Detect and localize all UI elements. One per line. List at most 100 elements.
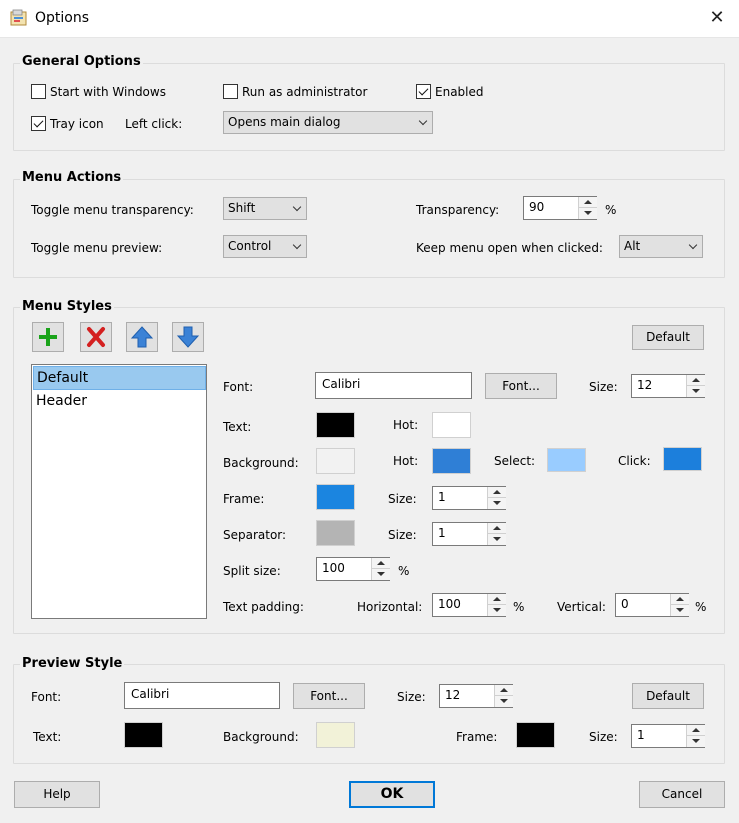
add-style-button[interactable] xyxy=(32,322,64,352)
run-as-admin-checkbox[interactable] xyxy=(223,84,238,99)
background-color-label: Background: xyxy=(223,456,299,470)
chevron-down-icon xyxy=(292,240,302,250)
style-size-value: 12 xyxy=(637,378,653,392)
separator-size-value: 1 xyxy=(438,526,446,540)
preview-frame-size-spinner[interactable]: 1 xyxy=(631,724,705,748)
preview-size-label: Size: xyxy=(397,690,426,704)
enabled-label: Enabled xyxy=(435,85,484,99)
text-color-swatch[interactable] xyxy=(316,412,355,438)
background-color-swatch[interactable] xyxy=(316,448,355,474)
horizontal-padding-value: 100 xyxy=(438,597,461,611)
preview-text-label: Text: xyxy=(33,730,62,744)
style-size-spinner[interactable]: 12 xyxy=(631,374,705,398)
spin-up-icon[interactable] xyxy=(495,685,513,696)
text-hot-color-swatch[interactable] xyxy=(432,412,471,438)
preview-frame-color-swatch[interactable] xyxy=(516,722,555,748)
toggle-transparency-select[interactable]: Shift xyxy=(223,197,307,220)
left-click-select[interactable]: Opens main dialog xyxy=(223,111,433,134)
spin-down-icon[interactable] xyxy=(488,534,506,545)
toggle-preview-label: Toggle menu preview: xyxy=(31,241,163,255)
spin-up-icon[interactable] xyxy=(671,594,689,605)
frame-size-spinner[interactable]: 1 xyxy=(432,486,506,510)
spin-up-icon[interactable] xyxy=(488,523,506,534)
vertical-padding-spinner[interactable]: 0 xyxy=(615,593,689,617)
spin-down-icon[interactable] xyxy=(495,696,513,707)
preview-font-field[interactable]: Calibri xyxy=(124,682,280,709)
separator-size-spinner[interactable]: 1 xyxy=(432,522,506,546)
click-color-label: Click: xyxy=(618,454,651,468)
select-color-label: Select: xyxy=(494,454,536,468)
preview-text-color-swatch[interactable] xyxy=(124,722,163,748)
frame-color-swatch[interactable] xyxy=(316,484,355,510)
click-color-swatch[interactable] xyxy=(663,447,702,471)
list-item[interactable]: Header xyxy=(33,390,206,414)
general-options-title: General Options xyxy=(20,54,143,69)
preview-size-spinner[interactable]: 12 xyxy=(439,684,513,708)
menu-styles-title: Menu Styles xyxy=(20,299,114,314)
preview-default-button[interactable]: Default xyxy=(632,683,704,709)
frame-size-value: 1 xyxy=(438,490,446,504)
delete-style-button[interactable] xyxy=(80,322,112,352)
preview-frame-size-label: Size: xyxy=(589,730,618,744)
move-up-button[interactable] xyxy=(126,322,158,352)
left-click-value: Opens main dialog xyxy=(228,115,341,129)
preview-font-label: Font: xyxy=(31,690,62,704)
window-title: Options xyxy=(35,10,90,26)
spin-down-icon[interactable] xyxy=(372,569,390,580)
spin-down-icon[interactable] xyxy=(671,605,689,616)
arrow-up-icon xyxy=(130,326,154,348)
horizontal-padding-spinner[interactable]: 100 xyxy=(432,593,506,617)
preview-background-label: Background: xyxy=(223,730,299,744)
background-hot-label: Hot: xyxy=(393,454,419,468)
separator-color-label: Separator: xyxy=(223,528,287,542)
transparency-spinner[interactable]: 90 xyxy=(523,196,597,220)
keep-open-select[interactable]: Alt xyxy=(619,235,703,258)
delete-icon xyxy=(87,327,105,347)
background-hot-color-swatch[interactable] xyxy=(432,448,471,474)
help-button[interactable]: Help xyxy=(14,781,100,808)
styles-list[interactable]: Default Header xyxy=(31,364,207,619)
move-down-button[interactable] xyxy=(172,322,204,352)
start-with-windows-checkbox[interactable] xyxy=(31,84,46,99)
toggle-transparency-value: Shift xyxy=(228,201,256,215)
horizontal-unit: % xyxy=(513,600,525,614)
ok-button[interactable]: OK xyxy=(349,781,435,808)
styles-default-button[interactable]: Default xyxy=(632,325,704,350)
spin-up-icon[interactable] xyxy=(488,487,506,498)
menu-actions-title: Menu Actions xyxy=(20,170,124,185)
title-bar xyxy=(0,0,739,38)
split-size-unit: % xyxy=(398,564,410,578)
transparency-unit: % xyxy=(605,203,617,217)
select-color-swatch[interactable] xyxy=(547,448,586,472)
spin-down-icon[interactable] xyxy=(579,208,597,219)
spin-up-icon[interactable] xyxy=(579,197,597,208)
close-icon[interactable]: ✕ xyxy=(705,6,729,30)
style-font-button[interactable]: Font... xyxy=(485,373,557,399)
vertical-padding-value: 0 xyxy=(621,597,629,611)
split-size-label: Split size: xyxy=(223,564,281,578)
spin-down-icon[interactable] xyxy=(488,498,506,509)
preview-background-color-swatch[interactable] xyxy=(316,722,355,748)
cancel-button[interactable]: Cancel xyxy=(639,781,725,808)
separator-color-swatch[interactable] xyxy=(316,520,355,546)
enabled-checkbox[interactable] xyxy=(416,84,431,99)
menu-actions-group xyxy=(13,179,725,278)
spin-down-icon[interactable] xyxy=(687,386,705,397)
preview-font-button[interactable]: Font... xyxy=(293,683,365,709)
spin-up-icon[interactable] xyxy=(687,725,705,736)
list-item[interactable]: Default xyxy=(33,366,206,390)
style-font-field[interactable]: Calibri xyxy=(315,372,472,399)
tray-icon-checkbox[interactable] xyxy=(31,116,46,131)
spin-down-icon[interactable] xyxy=(687,736,705,747)
split-size-value: 100 xyxy=(322,561,345,575)
spin-up-icon[interactable] xyxy=(687,375,705,386)
toggle-preview-select[interactable]: Control xyxy=(223,235,307,258)
chevron-down-icon xyxy=(688,240,698,250)
spin-up-icon[interactable] xyxy=(372,558,390,569)
spin-up-icon[interactable] xyxy=(488,594,506,605)
split-size-spinner[interactable]: 100 xyxy=(316,557,390,581)
frame-color-label: Frame: xyxy=(223,492,265,506)
text-color-label: Text: xyxy=(223,420,252,434)
spin-down-icon[interactable] xyxy=(488,605,506,616)
horizontal-label: Horizontal: xyxy=(357,600,423,614)
